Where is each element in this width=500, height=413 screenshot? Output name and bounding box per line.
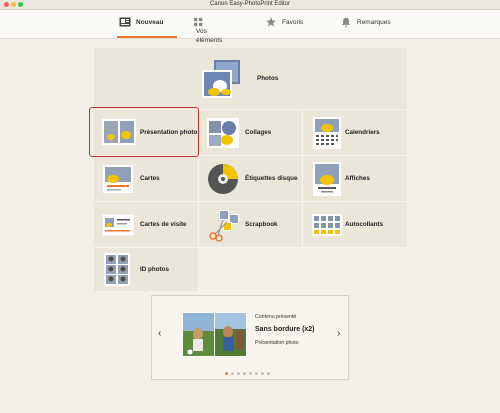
menu-item-cartes[interactable]: Cartes	[94, 156, 198, 201]
menu-item-id-photos-label: ID photos	[140, 266, 170, 273]
featured-template-thumbnail[interactable]	[182, 312, 247, 357]
carousel-prev-button[interactable]: ‹	[158, 328, 161, 339]
menu-item-photos[interactable]: Photos	[94, 48, 407, 109]
project-menu-grid: Photos Présentation photo Collages Calen…	[94, 48, 407, 291]
carousel-dot[interactable]	[267, 372, 270, 375]
disc-icon	[208, 164, 238, 194]
menu-item-affiches-label: Affiches	[345, 175, 370, 182]
carousel-pagination	[225, 372, 270, 375]
photos-icon	[202, 60, 240, 98]
bell-icon	[341, 17, 351, 27]
menu-item-id-photos[interactable]: ID photos	[94, 248, 198, 291]
menu-item-collages[interactable]: Collages	[199, 110, 302, 155]
carousel-next-button[interactable]: ›	[337, 328, 340, 339]
carousel-dot[interactable]	[243, 372, 246, 375]
scrapbook-icon	[209, 210, 239, 242]
menu-item-cartes-label: Cartes	[140, 175, 160, 182]
carousel-dot[interactable]	[237, 372, 240, 375]
featured-content-label: Contenu présenté	[255, 314, 297, 320]
carousel-dot[interactable]	[255, 372, 258, 375]
window-title: Canon Easy-PhotoPrint Editor	[209, 1, 291, 7]
menu-item-affiches[interactable]: Affiches	[303, 156, 407, 201]
carousel-dot[interactable]	[231, 372, 234, 375]
grid-empty-area	[199, 248, 407, 291]
menu-item-etiquettes-disque-label: Étiquettes disque	[245, 175, 298, 182]
tab-remarques[interactable]: Remarques	[340, 10, 410, 38]
menu-item-autocollants-label: Autocollants	[345, 221, 384, 228]
business-card-icon	[102, 214, 134, 236]
collage-icon	[207, 118, 239, 148]
star-icon	[266, 17, 276, 27]
featured-subtitle: Présentation photo	[255, 340, 299, 346]
poster-icon	[313, 162, 341, 196]
new-document-icon	[119, 17, 131, 27]
menu-item-scrapbook[interactable]: Scrapbook	[199, 202, 302, 247]
id-photo-icon	[104, 253, 130, 286]
menu-item-scrapbook-label: Scrapbook	[245, 221, 278, 228]
selection-highlight	[89, 107, 199, 157]
menu-item-photos-label: Photos	[257, 75, 279, 82]
featured-carousel[interactable]: ‹ Contenu présenté Sans bordure (x2) Pré…	[151, 295, 349, 380]
carousel-dot[interactable]	[225, 372, 228, 375]
menu-item-calendriers-label: Calendriers	[345, 129, 380, 136]
title-bar: Canon Easy-PhotoPrint Editor	[0, 0, 500, 10]
grid-icon	[194, 17, 203, 27]
calendar-icon	[313, 117, 341, 149]
card-icon	[103, 165, 133, 193]
app-window: Canon Easy-PhotoPrint Editor Nouveau Vos…	[0, 0, 500, 413]
grid-divider	[302, 110, 303, 248]
tab-nouveau-label: Nouveau	[136, 19, 164, 26]
tab-vos-elements-label: Vos éléments	[196, 28, 223, 44]
carousel-dot[interactable]	[261, 372, 264, 375]
tab-favoris-label: Favoris	[282, 19, 304, 26]
tab-remarques-label: Remarques	[357, 19, 391, 26]
tab-favoris[interactable]: Favoris	[265, 10, 325, 38]
menu-item-etiquettes-disque[interactable]: Étiquettes disque	[199, 156, 302, 201]
menu-item-cartes-de-visite[interactable]: Cartes de visite	[94, 202, 198, 247]
featured-title: Sans bordure (x2)	[255, 326, 315, 333]
sticker-sheet-icon	[312, 214, 342, 236]
menu-item-autocollants[interactable]: Autocollants	[303, 202, 407, 247]
tab-bar: Nouveau Vos éléments Favoris Remarques	[0, 10, 500, 44]
tab-nouveau[interactable]: Nouveau	[117, 10, 177, 38]
tab-vos-elements[interactable]: Vos éléments	[194, 10, 234, 44]
carousel-dot[interactable]	[249, 372, 252, 375]
menu-item-cartes-de-visite-label: Cartes de visite	[140, 221, 187, 228]
menu-item-collages-label: Collages	[245, 129, 272, 136]
menu-item-calendriers[interactable]: Calendriers	[303, 110, 407, 155]
